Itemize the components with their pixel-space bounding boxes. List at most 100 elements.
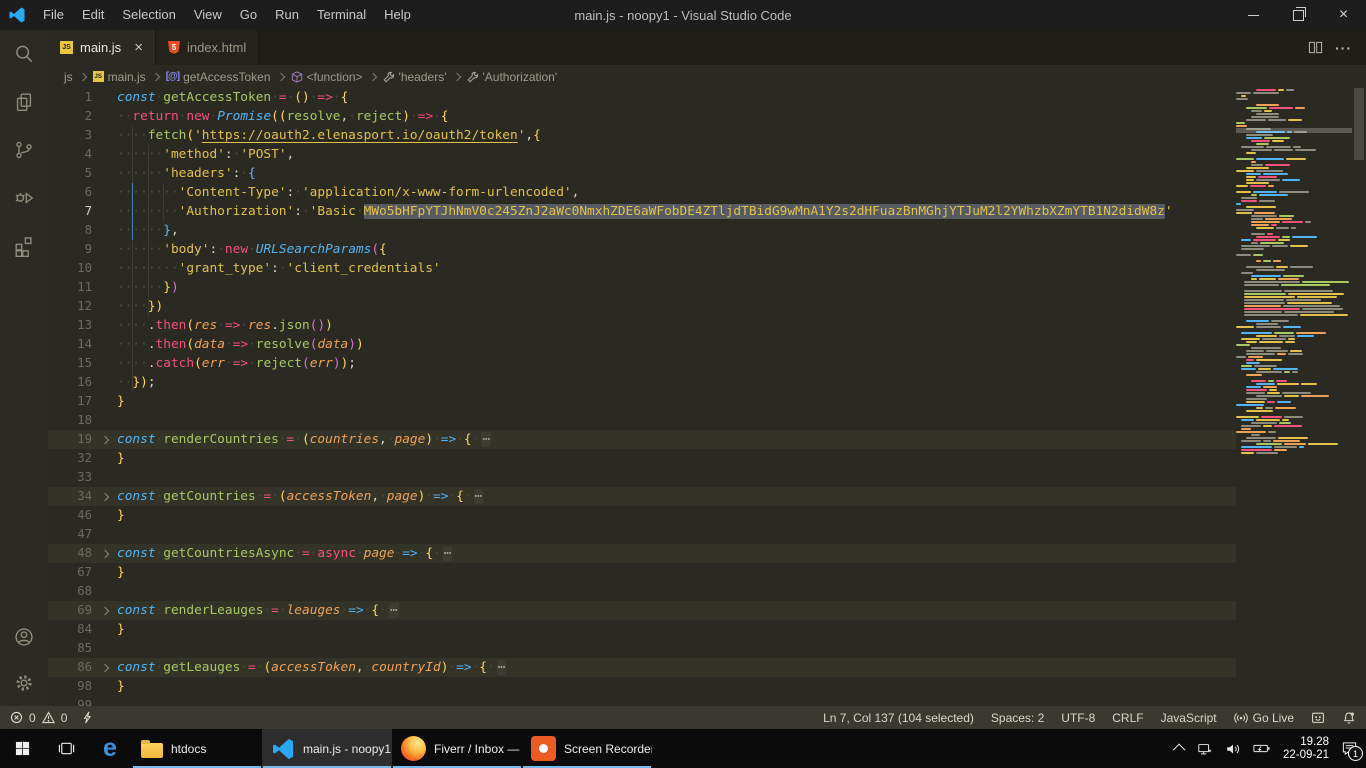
breadcrumb-item[interactable]: JSmain.js [93, 70, 146, 84]
go-live-button[interactable]: Go Live [1234, 711, 1294, 725]
code-line[interactable]: 7········'Authorization':·'Basic·MWo5bHF… [48, 202, 1366, 221]
code-line[interactable]: 86const·getLeauges·=·(accessToken,·count… [48, 658, 1236, 677]
code-line[interactable]: 99 [48, 696, 1366, 706]
code-line[interactable]: 15····.catch(err·=>·reject(err)); [48, 354, 1366, 373]
code-line[interactable]: 11······}) [48, 278, 1366, 297]
code-line[interactable]: 32} [48, 449, 1366, 468]
breadcrumb-item[interactable]: <function> [291, 70, 363, 84]
code-line[interactable]: 2··return·new·Promise((resolve,·reject)·… [48, 107, 1366, 126]
menu-item-terminal[interactable]: Terminal [308, 0, 375, 30]
action-center-icon[interactable]: 1 [1341, 740, 1358, 757]
code-line[interactable]: 19const·renderCountries·=·(countries,·pa… [48, 430, 1236, 449]
code-line[interactable]: 98} [48, 677, 1366, 696]
code-line[interactable]: 5······'headers':·{ [48, 164, 1366, 183]
bolt-icon[interactable] [81, 711, 94, 724]
encoding[interactable]: UTF-8 [1061, 711, 1095, 725]
code-line[interactable]: 69const·renderLeauges·=·leauges·=>·{·⋯ [48, 601, 1236, 620]
code-line[interactable]: 9······'body':·new·URLSearchParams({ [48, 240, 1366, 259]
close-icon[interactable]: × [1321, 0, 1366, 30]
scrollbar-thumb[interactable] [1354, 88, 1364, 160]
indentation[interactable]: Spaces: 2 [991, 711, 1044, 725]
menu-item-file[interactable]: File [34, 0, 73, 30]
menu-item-help[interactable]: Help [375, 0, 420, 30]
whitespace-dots: · [456, 432, 464, 447]
menu-item-run[interactable]: Run [266, 0, 308, 30]
problems-indicator[interactable]: 0 0 [10, 711, 94, 725]
code-line[interactable]: 33 [48, 468, 1366, 487]
menu-item-go[interactable]: Go [231, 0, 266, 30]
code-line[interactable]: 4······'method':·'POST', [48, 145, 1366, 164]
taskbar-task-view-button[interactable] [44, 729, 88, 768]
files-icon[interactable] [0, 78, 48, 126]
breadcrumb-item[interactable]: 'headers' [383, 70, 447, 84]
tray-chevron-up-icon[interactable] [1173, 744, 1186, 757]
language-mode[interactable]: JavaScript [1161, 711, 1217, 725]
code-line[interactable]: 85 [48, 639, 1366, 658]
minimap-segment [1268, 119, 1286, 121]
minimap-line [1236, 317, 1352, 319]
minimize-icon[interactable] [1231, 0, 1276, 30]
split-editor-icon[interactable] [1308, 40, 1323, 55]
restore-icon[interactable] [1276, 0, 1321, 30]
settings-icon[interactable] [0, 660, 48, 706]
taskbar-folder-button[interactable]: htdocs [132, 729, 262, 768]
code-line[interactable]: 13····.then(res·=>·res.json()) [48, 316, 1366, 335]
source-control-icon[interactable] [0, 126, 48, 174]
taskbar-firefox-button[interactable]: Fiverr / Inbox — M... [392, 729, 522, 768]
network-icon[interactable] [1197, 741, 1213, 757]
breadcrumb-item[interactable]: 'Authorization' [467, 70, 558, 84]
taskbar-start-button[interactable] [0, 729, 44, 768]
fold-chevron-icon[interactable] [98, 494, 112, 500]
code-line[interactable]: 47 [48, 525, 1366, 544]
breadcrumb-item[interactable]: [@]getAccessToken [166, 70, 271, 84]
code-line[interactable]: 14····.then(data·=>·resolve(data)) [48, 335, 1366, 354]
code-line[interactable]: 68 [48, 582, 1366, 601]
code-line[interactable]: 3····fetch('https://oauth2.elenasport.io… [48, 126, 1366, 145]
code-line[interactable]: 6········'Content-Type':·'application/x-… [48, 183, 1366, 202]
code-line[interactable]: 48const·getCountriesAsync·=·async·page·=… [48, 544, 1236, 563]
volume-icon[interactable] [1225, 741, 1241, 757]
code-line[interactable]: 34const·getCountries·=·(accessToken,·pag… [48, 487, 1236, 506]
code-line[interactable]: 84} [48, 620, 1366, 639]
code-line[interactable]: 10········'grant_type':·'client_credenti… [48, 259, 1366, 278]
extensions-icon[interactable] [0, 222, 48, 270]
account-icon[interactable] [0, 614, 48, 660]
menu-item-view[interactable]: View [185, 0, 231, 30]
minimap-segment [1256, 335, 1277, 337]
minimap[interactable] [1236, 88, 1352, 706]
code-line[interactable]: 18 [48, 411, 1366, 430]
taskbar-edge-button[interactable]: e [88, 729, 132, 768]
breadcrumb-item[interactable]: js [64, 70, 73, 84]
battery-icon[interactable] [1253, 742, 1271, 755]
eol[interactable]: CRLF [1112, 711, 1143, 725]
code-line[interactable]: 17} [48, 392, 1366, 411]
code-text: } [112, 677, 125, 696]
code-line[interactable]: 12····}) [48, 297, 1366, 316]
run-debug-icon[interactable] [0, 174, 48, 222]
bell-icon[interactable] [1342, 711, 1356, 725]
fold-chevron-icon[interactable] [98, 437, 112, 443]
fold-chevron-icon[interactable] [98, 608, 112, 614]
menu-item-selection[interactable]: Selection [113, 0, 184, 30]
tab-main.js[interactable]: JSmain.js× [48, 30, 156, 65]
code-editor[interactable]: 1const·getAccessToken·=·()·=>·{2··return… [48, 88, 1366, 706]
taskbar-recorder-button[interactable]: Screen Recorder [522, 729, 652, 768]
cursor-position[interactable]: Ln 7, Col 137 (104 selected) [823, 711, 974, 725]
menu-item-edit[interactable]: Edit [73, 0, 113, 30]
taskbar-clock[interactable]: 19.28 22-09-21 [1283, 736, 1329, 762]
code-line[interactable]: 1const·getAccessToken·=·()·=>·{ [48, 88, 1366, 107]
fold-chevron-icon[interactable] [98, 551, 112, 557]
more-actions-icon[interactable]: ··· [1335, 40, 1352, 56]
fold-chevron-icon[interactable] [98, 665, 112, 671]
code-text: } [112, 449, 125, 468]
tab-index.html[interactable]: 5index.html [156, 30, 259, 65]
search-icon[interactable] [0, 30, 48, 78]
scrollbar[interactable] [1352, 88, 1366, 706]
taskbar-vscode-button[interactable]: main.js - noopy1 - ... [262, 729, 392, 768]
code-line[interactable]: 46} [48, 506, 1366, 525]
tab-close-icon[interactable]: × [134, 39, 143, 56]
code-line[interactable]: 8······}, [48, 221, 1366, 240]
code-line[interactable]: 16··}); [48, 373, 1366, 392]
code-line[interactable]: 67} [48, 563, 1366, 582]
feedback-icon[interactable] [1311, 711, 1325, 725]
